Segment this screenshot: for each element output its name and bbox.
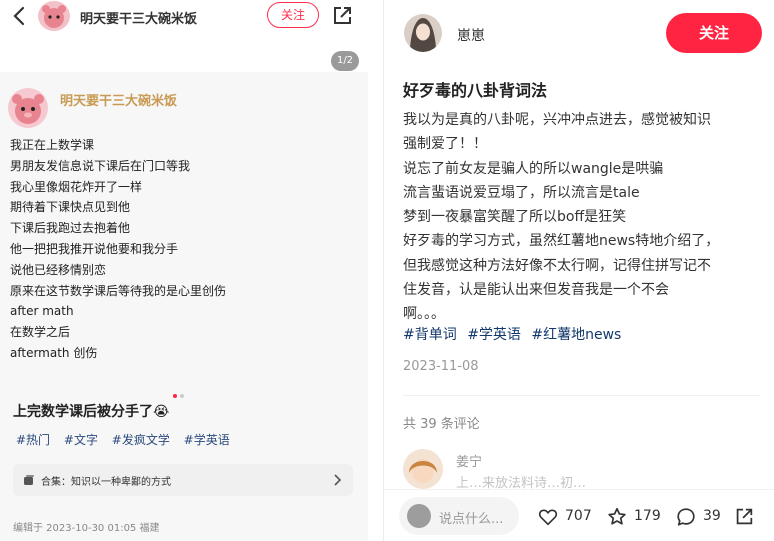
edit-time: 编辑于 2023-10-30 01:05 福建 [13,523,160,534]
tag-link[interactable]: #热门 [16,433,50,447]
image-author-name[interactable]: 明天要干三大碗米饭 [80,8,197,27]
comment-count-bar: 39 [703,508,721,524]
panel-divider [383,0,384,541]
note-image-panel[interactable]: 明天要干三大碗米饭 关注 1/2 明天要干三大碗米饭 我正在上数学课 男朋友发信… [0,0,368,541]
card-avatar [8,88,48,128]
body-line: 但我感觉这种方法好像不太行啊，记得住拼写记不 [403,257,711,274]
my-avatar [407,504,431,528]
collection-icon [24,475,34,485]
follow-button[interactable]: 关注 [666,13,762,53]
body-line: 我以为是真的八卦呢，兴冲冲点进去，感觉被知识 [403,112,711,128]
collect-button[interactable]: 179 [606,505,661,529]
note-date: 2023-11-08 [403,359,479,374]
section-divider [403,395,760,396]
card-line: 下课后我跑过去抱着他 [10,221,131,236]
card-line: after math [10,304,74,319]
card-line: 他一把把我推开说他要和我分手 [10,241,179,256]
comment-button[interactable]: 39 [675,505,721,529]
tag-link[interactable]: #背单词 [403,327,457,343]
tag-link[interactable]: #学英语 [467,327,521,343]
comment-placeholder: 说点什么... [439,512,504,527]
image-note-title: 上完数学课后被分手了😭 [13,404,170,420]
like-button[interactable]: 707 [537,505,592,529]
carousel-dot-active [173,394,177,398]
app-root: 明天要干三大碗米饭 关注 1/2 明天要干三大碗米饭 我正在上数学课 男朋友发信… [0,0,774,541]
like-count: 707 [565,508,592,524]
note-tags: #背单词 #学英语 #红薯地news [403,324,627,344]
tag-link[interactable]: #发疯文学 [112,433,170,447]
note-image-card: 明天要干三大碗米饭 我正在上数学课 男朋友发信息说下课后在门口等我 我心里像烟花… [0,72,368,383]
tag-link[interactable]: #文字 [64,433,98,447]
author-name[interactable]: 崽崽 [457,25,485,45]
carousel-dot [180,394,184,398]
card-line: 我正在上数学课 [10,138,95,152]
comment-count: 共 39 条评论 [403,417,480,432]
body-line: 强制爱了！！ [403,136,487,153]
engagement-bar: 说点什么... 707 179 39 [384,489,774,541]
chevron-right-icon [334,474,342,486]
body-line: 说忘了前女友是骗人的所以wangle是哄骗 [403,160,664,177]
share-icon[interactable] [331,5,353,27]
collection-row[interactable]: 合集：知识以一种卑鄙的方式 [13,464,353,496]
image-note-tags: #热门 #文字 #发疯文学 #学英语 [16,431,240,448]
note-body: 我以为是真的八卦呢，兴冲冲点进去，感觉被知识 强制爱了！！ 说忘了前女友是骗人的… [403,108,765,327]
tag-link[interactable]: #学英语 [184,433,230,447]
body-line: 流言蜚语说爱豆塌了，所以流言是tale [403,184,640,201]
card-username: 明天要干三大碗米饭 [60,94,178,109]
carousel-dots [173,383,193,398]
card-line: 期待着下课快点见到他 [10,200,131,215]
card-text: 我正在上数学课 男朋友发信息说下课后在门口等我 我心里像烟花炸开了一样 期待着下… [10,135,226,364]
author-avatar-small[interactable] [38,1,70,31]
commenter-avatar[interactable] [403,449,443,489]
image-header: 明天要干三大碗米饭 关注 1/2 [0,0,368,72]
card-line: 原来在这节数学课后等待我的是心里创伤 [10,283,227,298]
share-button[interactable] [733,505,757,529]
author-avatar[interactable] [404,14,442,52]
commenter-name[interactable]: 姜宁 [456,451,482,470]
body-line: 住发音，认是能认出来但发音我是一个不会 [403,282,669,299]
card-line: 在数学之后 [10,325,71,340]
card-line: 男朋友发信息说下课后在门口等我 [10,158,191,173]
body-line: 好歹毒的学习方式，虽然红薯地news特地介绍了， [403,233,720,250]
heart-icon [538,509,558,526]
card-line: 我心里像烟花炸开了一样 [10,179,143,194]
page-indicator: 1/2 [331,51,359,71]
collect-count: 179 [634,508,661,524]
comment-icon [677,508,695,526]
collection-label: 合集：知识以一种卑鄙的方式 [41,477,171,488]
note-title: 好歹毒的八卦背词法 [403,81,548,100]
back-icon[interactable] [10,4,30,28]
comment-input[interactable]: 说点什么... [399,497,519,535]
tag-link[interactable]: #红薯地news [531,327,621,343]
share-icon [736,508,753,525]
card-line: aftermath 创伤 [10,345,98,360]
body-line: 梦到一夜暴富笑醒了所以boff是狂笑 [403,209,627,226]
star-icon [608,507,626,525]
image-follow-button[interactable]: 关注 [267,2,319,28]
card-line: 说他已经移情别恋 [10,262,107,277]
